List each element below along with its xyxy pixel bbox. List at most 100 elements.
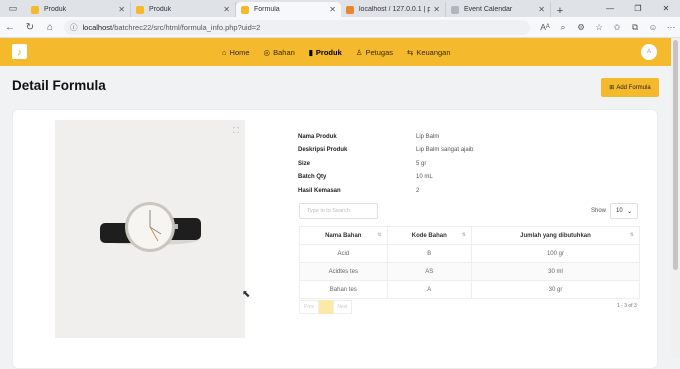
url-host: localhost <box>82 22 113 32</box>
tab-title: Produk <box>149 6 172 13</box>
page-title: Detail Formula <box>12 78 106 93</box>
nav-icon: ▮ <box>308 47 313 57</box>
column-header[interactable]: Kode Bahan ⇅ <box>386 226 472 245</box>
search-input[interactable]: Type in to Search <box>299 203 378 219</box>
next-button[interactable]: Next <box>333 300 352 314</box>
close-window-icon[interactable]: ✕ <box>652 0 680 17</box>
column-header[interactable]: Nama Bahan ⇅ <box>299 226 388 245</box>
browser-tab[interactable]: Produk ✕ <box>131 2 236 17</box>
nav-label: Produk <box>315 47 342 57</box>
tab-title: Formula <box>254 6 280 13</box>
nav-item-bahan[interactable]: ◎ Bahan <box>264 48 295 57</box>
column-header-label: Nama Bahan <box>325 232 362 239</box>
info-row: Deskripsi Produk Lip Balm sangat ajaib <box>298 144 473 158</box>
info-value: Lip Balm <box>416 133 440 140</box>
profile-icon[interactable]: ☺ <box>644 22 662 32</box>
info-icon: ⓘ <box>70 22 78 32</box>
info-row: Batch Qty 10 mL <box>298 171 473 185</box>
tab-close-icon[interactable]: ✕ <box>329 5 336 14</box>
app-logo[interactable]: ♪ <box>12 44 27 59</box>
app-navbar: ♪ ⌂ Home ◎ Bahan ▮ Produk ♙ Petugas ⇆ Keuangan A <box>0 38 671 66</box>
browser-tab[interactable]: Formula ✕ <box>236 2 341 17</box>
back-icon[interactable]: ← <box>0 22 20 33</box>
tab-title: Produk <box>44 6 67 13</box>
page-size-value: 10 <box>616 208 623 214</box>
nav-item-keuangan[interactable]: ⇆ Keuangan <box>407 48 451 57</box>
info-row: Hasil Kemasan 2 <box>298 184 473 198</box>
show-label: Show <box>591 208 607 214</box>
sort-icon: ⇅ <box>629 232 634 238</box>
page-size-select[interactable]: 10 ⌄ <box>610 203 639 219</box>
new-tab-button[interactable]: + <box>551 5 569 17</box>
sort-icon: ⇅ <box>377 232 382 238</box>
address-bar[interactable]: ⓘ localhost/batchrec22/src/html/formula_… <box>64 19 530 35</box>
scrollbar-thumb[interactable] <box>673 40 678 270</box>
page-1-button[interactable]: 1 <box>319 300 333 314</box>
add-icon: ⊞ <box>609 85 615 91</box>
table-row: Bahan tes A 30 gr <box>299 280 641 299</box>
pagination: Prev 1 Next <box>299 300 352 314</box>
more-icon[interactable]: ⋯ <box>662 22 680 33</box>
url-path: /batchrec22/src/html/formula_info.php?ui… <box>112 22 261 32</box>
chevron-down-icon: ⌄ <box>626 208 633 215</box>
info-label: Hasil Kemasan <box>298 187 341 194</box>
browser-tab[interactable]: localhost / 127.0.0.1 | php✕ <box>341 2 446 17</box>
favorites-bar-icon[interactable]: ✩ <box>608 22 626 33</box>
table-cell: 30 ml <box>470 262 641 281</box>
info-label: Nama Produk <box>298 133 337 140</box>
info-row: Nama Produk Lip Balm <box>298 130 473 144</box>
tab-favicon <box>346 5 354 14</box>
tab-favicon <box>451 5 459 14</box>
page-scrollbar[interactable] <box>671 38 680 357</box>
watch-illustration <box>100 202 201 252</box>
table-cell: AS <box>386 262 472 281</box>
tab-actions-icon[interactable]: ▭ <box>0 0 26 17</box>
column-header[interactable]: Jumlah yang dibutuhkan ⇅ <box>470 226 641 245</box>
nav-icon: ⌂ <box>222 47 227 57</box>
detail-card: ⛶ Nama Produk Lip Balm Deskripsi Produk Lip… <box>12 109 658 369</box>
main-menu: ⌂ Home ◎ Bahan ▮ Produk ♙ Petugas ⇆ Keuangan <box>222 38 451 66</box>
avatar[interactable]: A <box>641 44 657 60</box>
nav-item-petugas[interactable]: ♙ Petugas <box>356 48 393 57</box>
table-cell: 30 gr <box>470 280 641 299</box>
browser-tab[interactable]: Event Calendar ✕ <box>446 2 551 17</box>
add-formula-label: Add Formula <box>616 84 651 91</box>
product-image: ⛶ <box>55 120 245 338</box>
zoom-icon[interactable]: ⌕ <box>554 22 572 33</box>
nav-label: Petugas <box>365 47 394 57</box>
refresh-icon[interactable]: ↻ <box>20 22 40 33</box>
tab-close-icon[interactable]: ✕ <box>433 5 440 14</box>
row-count: 1 - 3 of 3 <box>617 303 637 309</box>
nav-icon: ⇆ <box>407 47 414 57</box>
tab-close-icon[interactable]: ✕ <box>538 5 545 14</box>
table-cell: Acid <box>299 244 388 263</box>
favorite-icon[interactable]: ☆ <box>590 22 608 33</box>
nav-item-home[interactable]: ⌂ Home <box>222 48 250 57</box>
expand-icon[interactable]: ⛶ <box>233 126 239 136</box>
tab-close-icon[interactable]: ✕ <box>223 5 230 14</box>
minimize-icon[interactable]: — <box>596 0 624 17</box>
read-aloud-icon[interactable]: Aᴬ <box>536 22 554 32</box>
browser-tab-strip: ▭ Produk ✕ Produk ✕ Formula ✕ localhost / 127.… <box>0 0 680 17</box>
add-formula-button[interactable]: ⊞ Add Formula <box>601 78 659 97</box>
product-info: Nama Produk Lip Balm Deskripsi Produk Lip B… <box>298 130 473 198</box>
browser-tab[interactable]: Produk ✕ <box>26 2 131 17</box>
info-value: 10 mL <box>416 174 433 181</box>
tab-close-icon[interactable]: ✕ <box>118 5 125 14</box>
table-cell: A <box>386 280 472 299</box>
collections-icon[interactable]: ⧉ <box>626 22 644 33</box>
tab-title: Event Calendar <box>464 6 513 13</box>
nav-item-produk[interactable]: ▮ Produk <box>309 48 342 57</box>
home-icon[interactable]: ⌂ <box>40 22 60 33</box>
page-content: Detail Formula ⊞ Add Formula ⛶ Nama Prod… <box>0 66 671 369</box>
table-row: Acidtes tes AS 30 ml <box>299 262 641 281</box>
tab-title: localhost / 127.0.0.1 | php <box>359 6 431 13</box>
sort-icon: ⇅ <box>461 232 466 238</box>
ingredient-table: Nama Bahan ⇅ Kode Bahan ⇅ Jumlah yang dibutu… <box>299 226 641 299</box>
info-value: 5 gr <box>416 160 427 167</box>
maximize-icon[interactable]: ❐ <box>624 0 652 17</box>
tracking-icon[interactable]: ⚙ <box>572 22 590 33</box>
table-cell: 100 gr <box>470 244 641 263</box>
prev-button[interactable]: Prev <box>299 300 319 314</box>
table-row: Acid B 100 gr <box>299 244 641 263</box>
